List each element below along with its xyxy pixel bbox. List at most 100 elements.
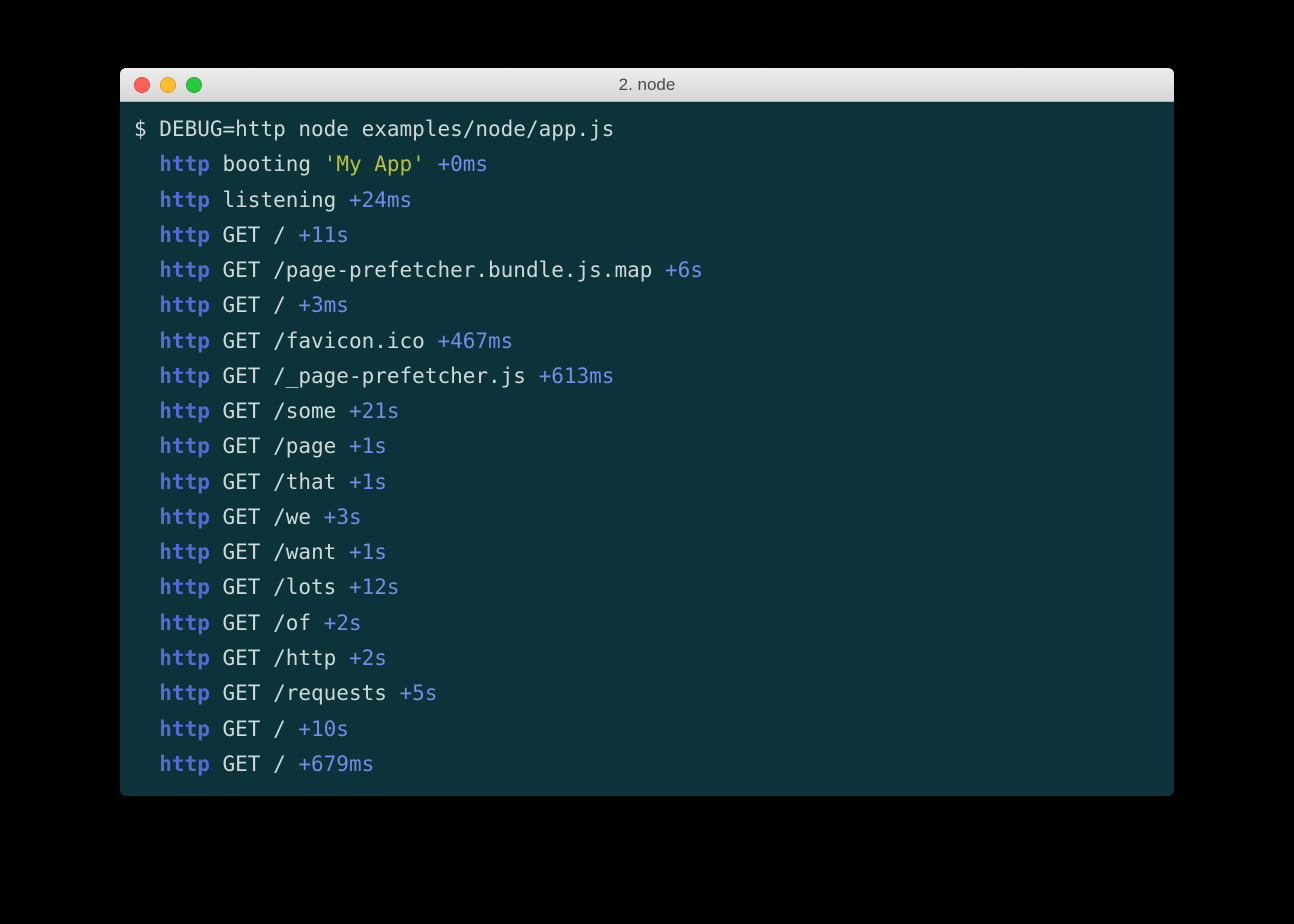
minimize-icon[interactable] [160, 77, 176, 93]
command-text: DEBUG=http node examples/node/app.js [159, 117, 614, 141]
log-message: listening [223, 188, 349, 212]
log-delta: +2s [324, 611, 362, 635]
log-message: GET / [223, 223, 299, 247]
log-namespace: http [159, 188, 210, 212]
indent [134, 218, 159, 253]
log-namespace: http [159, 223, 210, 247]
log-delta: +1s [349, 540, 387, 564]
log-message: GET /http [223, 646, 349, 670]
indent [134, 359, 159, 394]
log-namespace: http [159, 364, 210, 388]
log-line: http GET /some +21s [134, 394, 1160, 429]
log-namespace: http [159, 258, 210, 282]
log-namespace: http [159, 681, 210, 705]
log-namespace: http [159, 505, 210, 529]
indent [134, 394, 159, 429]
log-message: GET /favicon.ico [223, 329, 438, 353]
log-message: GET /page [223, 434, 349, 458]
log-line: http GET / +3ms [134, 288, 1160, 323]
log-delta: +3ms [298, 293, 349, 317]
log-delta: +1s [349, 470, 387, 494]
indent [134, 500, 159, 535]
log-namespace: http [159, 752, 210, 776]
log-message: GET /we [223, 505, 324, 529]
log-line: http GET / +11s [134, 218, 1160, 253]
window-title: 2. node [120, 75, 1174, 95]
indent [134, 147, 159, 182]
log-string: 'My App' [324, 152, 425, 176]
log-delta: +10s [298, 717, 349, 741]
indent [134, 465, 159, 500]
log-delta: +6s [665, 258, 703, 282]
log-namespace: http [159, 470, 210, 494]
log-namespace: http [159, 646, 210, 670]
log-delta: +1s [349, 434, 387, 458]
log-line: http GET /that +1s [134, 465, 1160, 500]
log-delta: +21s [349, 399, 400, 423]
command-line: $ DEBUG=http node examples/node/app.js [134, 112, 1160, 147]
indent [134, 641, 159, 676]
log-namespace: http [159, 540, 210, 564]
log-namespace: http [159, 293, 210, 317]
log-line: http GET / +10s [134, 712, 1160, 747]
log-message: GET /that [223, 470, 349, 494]
indent [134, 606, 159, 641]
log-delta: +3s [324, 505, 362, 529]
indent [134, 535, 159, 570]
titlebar: 2. node [120, 68, 1174, 102]
log-delta: +12s [349, 575, 400, 599]
log-delta: +11s [298, 223, 349, 247]
log-message: GET /want [223, 540, 349, 564]
indent [134, 676, 159, 711]
log-message: GET / [223, 293, 299, 317]
log-delta: +2s [349, 646, 387, 670]
log-message: GET / [223, 717, 299, 741]
log-output: http booting 'My App' +0ms http listenin… [134, 147, 1160, 782]
log-message: GET /some [223, 399, 349, 423]
log-message: GET / [223, 752, 299, 776]
log-message: GET /requests [223, 681, 400, 705]
log-line: http GET /page-prefetcher.bundle.js.map … [134, 253, 1160, 288]
log-delta: +467ms [437, 329, 513, 353]
log-delta: +5s [400, 681, 438, 705]
log-message-post [425, 152, 438, 176]
log-delta: +613ms [539, 364, 615, 388]
terminal-body[interactable]: $ DEBUG=http node examples/node/app.js h… [120, 102, 1174, 796]
close-icon[interactable] [134, 77, 150, 93]
log-namespace: http [159, 152, 210, 176]
log-message: GET /page-prefetcher.bundle.js.map [223, 258, 666, 282]
indent [134, 429, 159, 464]
log-line: http GET /favicon.ico +467ms [134, 324, 1160, 359]
log-line: http GET /requests +5s [134, 676, 1160, 711]
log-line: http GET / +679ms [134, 747, 1160, 782]
log-line: http GET /http +2s [134, 641, 1160, 676]
indent [134, 570, 159, 605]
log-line: http GET /lots +12s [134, 570, 1160, 605]
log-line: http booting 'My App' +0ms [134, 147, 1160, 182]
prompt-symbol: $ [134, 117, 159, 141]
indent [134, 712, 159, 747]
log-namespace: http [159, 329, 210, 353]
log-namespace: http [159, 575, 210, 599]
log-delta: +679ms [298, 752, 374, 776]
log-delta: +24ms [349, 188, 412, 212]
indent [134, 253, 159, 288]
log-line: http GET /_page-prefetcher.js +613ms [134, 359, 1160, 394]
log-namespace: http [159, 611, 210, 635]
log-delta: +0ms [437, 152, 488, 176]
log-message: GET /_page-prefetcher.js [223, 364, 539, 388]
log-line: http GET /we +3s [134, 500, 1160, 535]
log-line: http GET /of +2s [134, 606, 1160, 641]
log-line: http listening +24ms [134, 183, 1160, 218]
log-namespace: http [159, 434, 210, 458]
indent [134, 324, 159, 359]
traffic-lights [134, 77, 202, 93]
log-line: http GET /page +1s [134, 429, 1160, 464]
indent [134, 747, 159, 782]
indent [134, 288, 159, 323]
terminal-window: 2. node $ DEBUG=http node examples/node/… [120, 68, 1174, 796]
log-message: GET /lots [223, 575, 349, 599]
log-namespace: http [159, 399, 210, 423]
maximize-icon[interactable] [186, 77, 202, 93]
log-message: booting [223, 152, 324, 176]
